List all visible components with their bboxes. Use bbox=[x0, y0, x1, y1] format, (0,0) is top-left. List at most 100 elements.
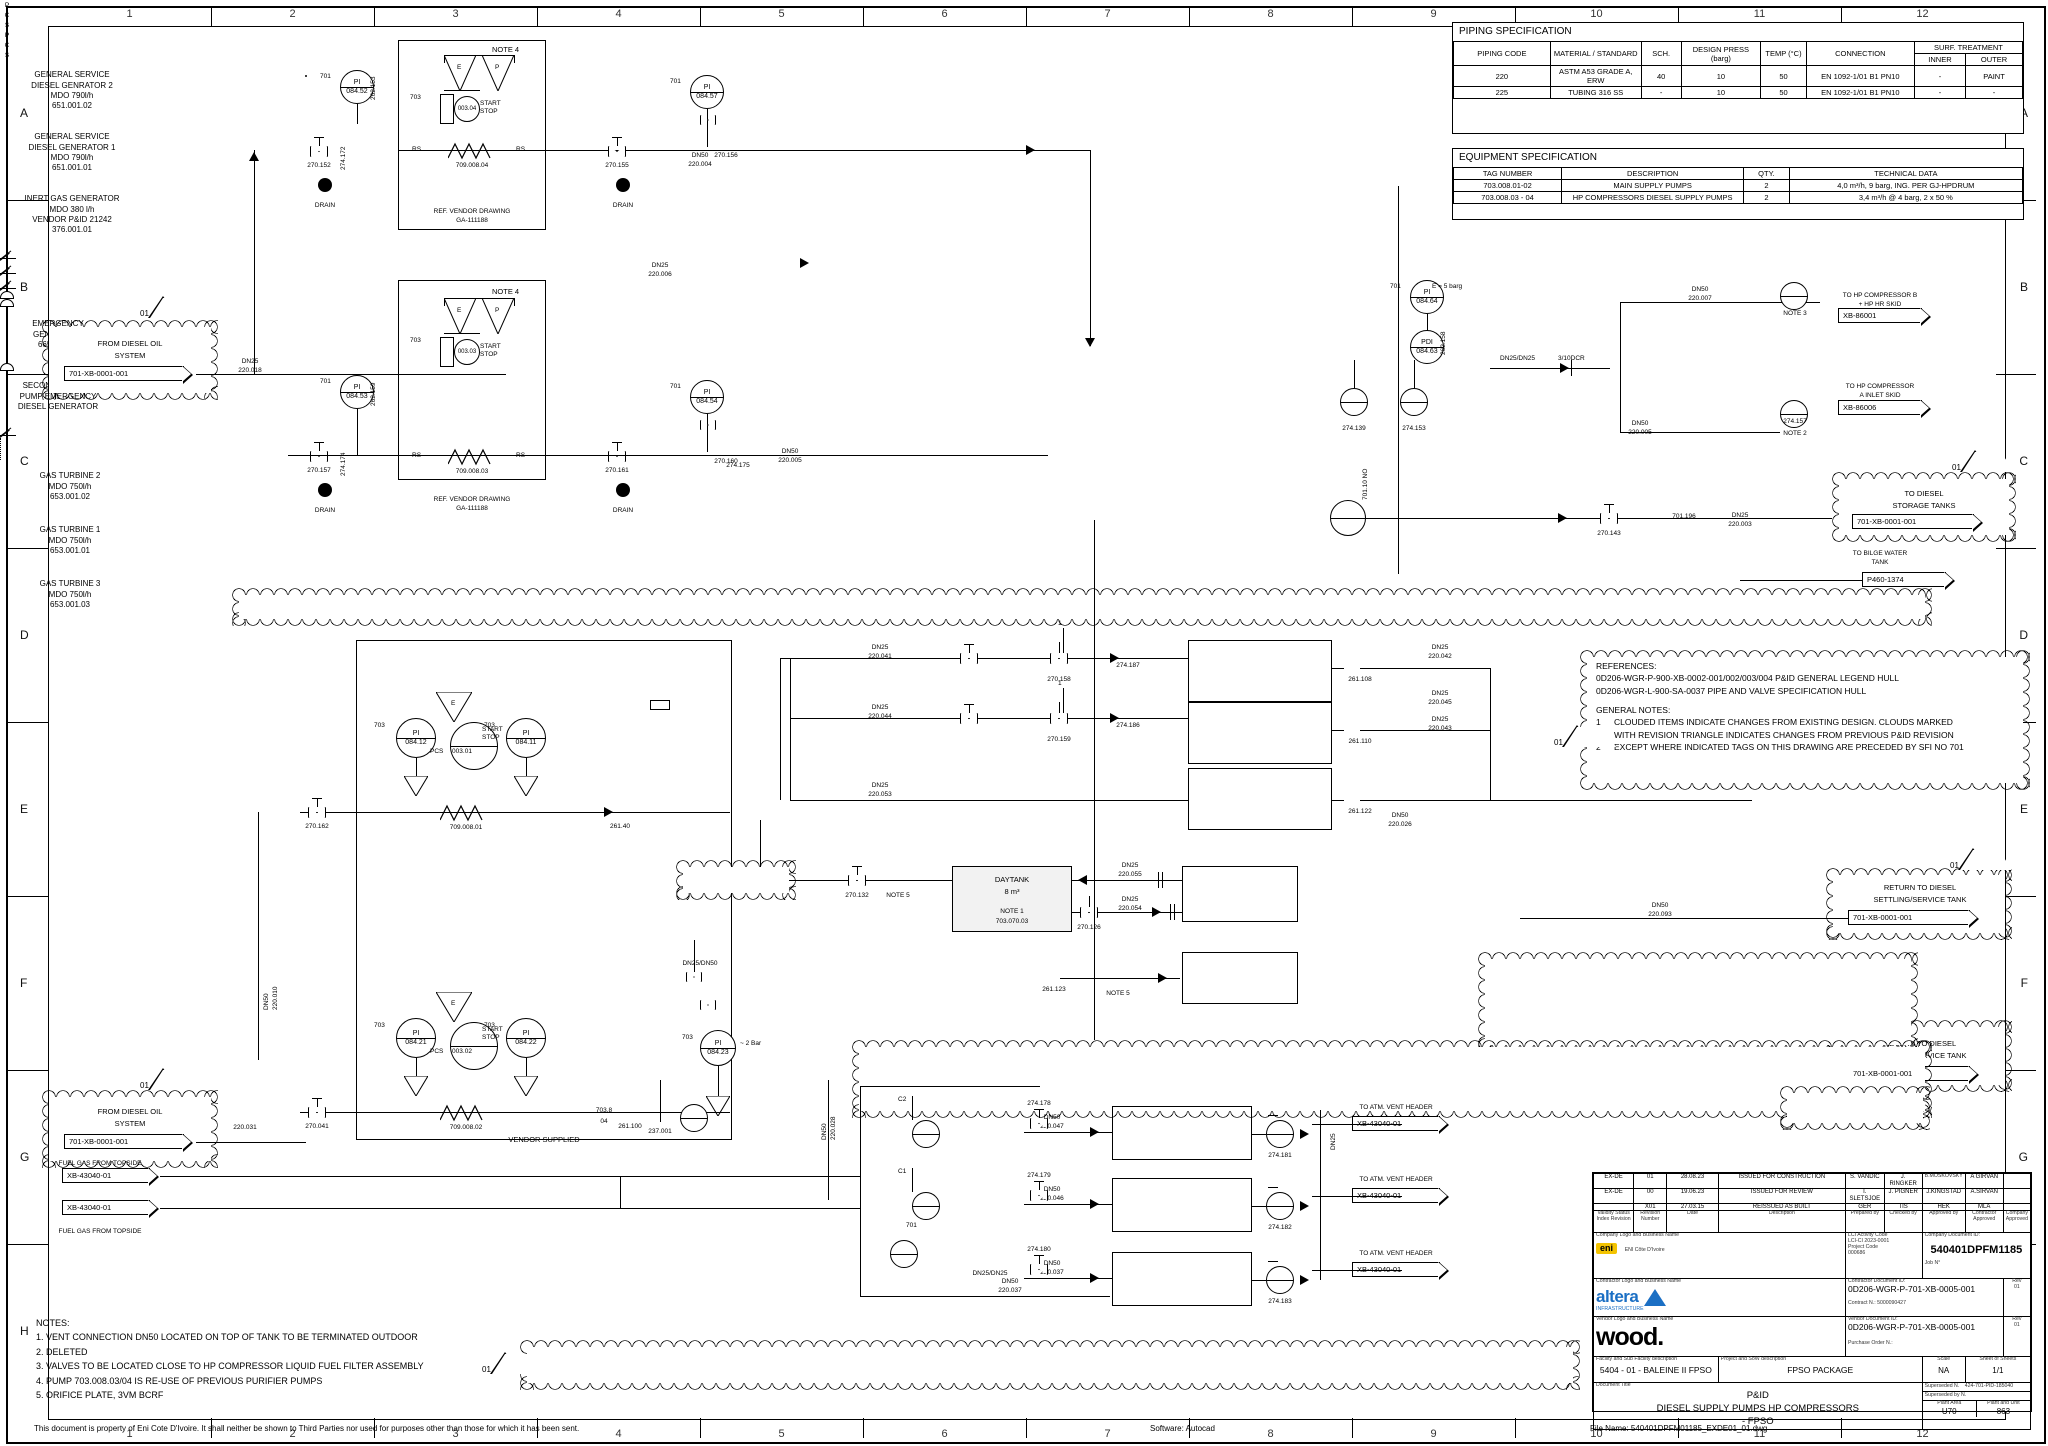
daytank-tag: 703.070.03 bbox=[995, 918, 1029, 925]
rev-hdr-number: Revision Number bbox=[1633, 1210, 1668, 1234]
gate-valve-270-162-handle bbox=[312, 798, 322, 799]
pipe-line-vertical bbox=[526, 1058, 527, 1076]
pipe-line-horizontal bbox=[1030, 1296, 1110, 1297]
drain-icon-4 bbox=[616, 483, 630, 497]
turbine-valve-2 bbox=[1030, 1118, 1048, 1129]
bottom-prefix: 701 bbox=[906, 1222, 917, 1229]
to-hp-a-l2: A INLET SKID bbox=[1859, 392, 1901, 399]
valve-daytank-feed-stem bbox=[857, 866, 858, 875]
control-valve-daytank bbox=[1080, 907, 1098, 918]
bubble-line2 bbox=[1781, 295, 1807, 297]
motor-control-1-pcs bbox=[440, 94, 454, 124]
instr-tag-261-108: 261.108 bbox=[1348, 676, 1372, 683]
pcs-label-1: PCS bbox=[430, 748, 444, 755]
contract-no-label: Contract N.: 5000090427 bbox=[1847, 1300, 1906, 1307]
valve-tag-270-161: 270.161 bbox=[605, 467, 629, 474]
atm-vent-dn-label: DN25 bbox=[1330, 1133, 1337, 1150]
from-diesel-1-l2: SYSTEM bbox=[114, 351, 146, 360]
box-text-line: VENDOR P&ID 21242 bbox=[32, 215, 112, 224]
bubble-storage bbox=[1330, 500, 1366, 536]
offpage-atm-vent-2: XB-43040-01 bbox=[1352, 1188, 1449, 1206]
line-a15-dn: DN25 bbox=[1121, 862, 1139, 869]
cloud-bottom-right bbox=[1780, 1086, 1930, 1130]
pump-label-703-8: 703.8 bbox=[595, 1107, 613, 1114]
filter-tag-274-186: 274.186 bbox=[1116, 722, 1140, 729]
note3-label: NOTE 3 bbox=[1783, 310, 1807, 317]
cloud-band-row-d bbox=[232, 588, 1932, 626]
rev-contractor: A.SIRVAN bbox=[1964, 1187, 2004, 1204]
footer-filename: File Name: 540401DPFM01185_EXDE01_01.dwg bbox=[1590, 1424, 1768, 1433]
turbine-arrow-2 bbox=[1300, 1201, 1309, 1211]
company-doc-label: Company Document ID: bbox=[1924, 1232, 1980, 1239]
bubble-line2: 084.54 bbox=[691, 396, 723, 405]
valve-daytank-feed bbox=[848, 875, 866, 886]
pipe-line-horizontal bbox=[1332, 730, 1344, 731]
offpage-return-1: 701-XB-0001-001 bbox=[1848, 910, 1979, 928]
pi-bubble-1: PI 084.52 bbox=[340, 70, 374, 104]
offpage-fuel-gas-2: XB-43040-01 bbox=[62, 1200, 159, 1218]
pipe-line-horizontal bbox=[1332, 668, 1344, 669]
gate-valve-270-157-handle bbox=[314, 442, 324, 443]
rev-checked: J. RINGKER bbox=[1883, 1173, 1923, 1189]
pipe-line-vertical bbox=[790, 658, 791, 800]
pipe-line-vertical bbox=[620, 1176, 621, 1208]
control-valve-1-stem bbox=[1059, 642, 1060, 653]
turbine-valve-3 bbox=[1030, 1264, 1048, 1275]
pump-tag-3: 709.008.01 bbox=[449, 824, 483, 831]
spacer-box-text bbox=[0, 622, 20, 632]
flow-arrow-riser-1 bbox=[249, 152, 259, 161]
offpage-fuel-gas-1: XB-43040-01 bbox=[62, 1168, 159, 1186]
offpage-to-diesel-storage: 701-XB-0001-001 bbox=[1852, 514, 1983, 532]
box-text-line: GAS TURBINE 3 bbox=[39, 579, 101, 589]
pcs-letter: S bbox=[4, 51, 10, 59]
line-a8-number: 220.041 bbox=[868, 653, 892, 660]
doc-title-cell: Document Title P&ID DIESEL SUPPLY PUMPS … bbox=[1593, 1382, 1923, 1430]
offpage-atm-vent-3: XB-43040-01 bbox=[1352, 1262, 1449, 1280]
pipe-line-horizontal bbox=[1072, 880, 1182, 881]
pipe-line-horizontal bbox=[1380, 668, 1490, 669]
pipe-line-vertical bbox=[1490, 668, 1491, 800]
header-rot-1: 220.028 bbox=[830, 1116, 837, 1141]
cloud-band-row-f bbox=[1478, 952, 1918, 1052]
instr-tag-261-110: 261.110 bbox=[1348, 738, 1372, 745]
company-logo-cell: Company Logo and Business Name eni ENI C… bbox=[1593, 1232, 1846, 1280]
offpage-from-diesel-1: 701-XB-0001-001 bbox=[64, 366, 193, 384]
turbine-valve-tag-2: 274.179 bbox=[1027, 1172, 1051, 1179]
control-valve-1-actuator-icon bbox=[0, 291, 14, 299]
funnel-icon-p-1-letter: P bbox=[495, 64, 500, 71]
pi-prefix-top-right: 701 bbox=[670, 78, 681, 85]
bubble-line2: 084.53 bbox=[341, 391, 373, 400]
pi-prefix-2: 701 bbox=[320, 378, 331, 385]
line-a13-dn: DN25 bbox=[1431, 716, 1449, 723]
pump-tag-1: 709.008.04 bbox=[455, 162, 489, 169]
flange-daytank-1 bbox=[1158, 872, 1160, 888]
line-a10-number: 220.053 bbox=[868, 791, 892, 798]
line-a12-dn: DN25 bbox=[1431, 690, 1449, 697]
contractor-rev-cell: Rev 01 bbox=[2002, 1278, 2032, 1318]
daytank-note: NOTE 1 bbox=[1000, 908, 1024, 915]
pipe-line-vertical bbox=[912, 1096, 913, 1120]
scale-cell: Scale NA bbox=[1921, 1356, 1966, 1384]
job-no-label: Job N° bbox=[1924, 1260, 1941, 1267]
project-sow-value: FPSO PACKAGE bbox=[1787, 1365, 1854, 1376]
doc-title-label: Document Title bbox=[1596, 1382, 1631, 1389]
valve-right-2 bbox=[700, 420, 716, 430]
pipe-line-horizontal bbox=[790, 658, 1188, 659]
general-service-dg2-box-text: GENERAL SERVICE DIESEL GENRATOR 2 MDO 790l… bbox=[0, 60, 144, 122]
rev-company bbox=[2002, 1187, 2032, 1204]
bubble-ur3 bbox=[1400, 388, 1428, 416]
gas-turbine-3-box-text: GAS TURBINE 3 MDO 750l/h 653.001.03 bbox=[0, 568, 140, 622]
pipe-line-vertical bbox=[444, 55, 445, 63]
gas-turbine-2-box-text: GAS TURBINE 2 MDO 750l/h 653.001.02 bbox=[0, 460, 140, 514]
bottom-dn: DN50 bbox=[1001, 1278, 1019, 1285]
bubble-line2: 084.52 bbox=[341, 86, 373, 95]
box-text-line: GAS TURBINE 2 bbox=[39, 471, 101, 481]
company-doc-value: 540401DPFM1185 bbox=[1930, 1244, 2023, 1257]
turbine-valve-2-handle bbox=[1034, 1109, 1044, 1110]
pump-prefix-1: 703 bbox=[410, 94, 421, 101]
line-a13-number: 220.043 bbox=[1428, 725, 1452, 732]
pipe-line-vertical bbox=[416, 758, 417, 776]
drain-label-4: DRAIN bbox=[612, 507, 634, 514]
pump-control-tag-1: 003.01 bbox=[452, 748, 472, 755]
filter-icon-1 bbox=[448, 142, 491, 160]
